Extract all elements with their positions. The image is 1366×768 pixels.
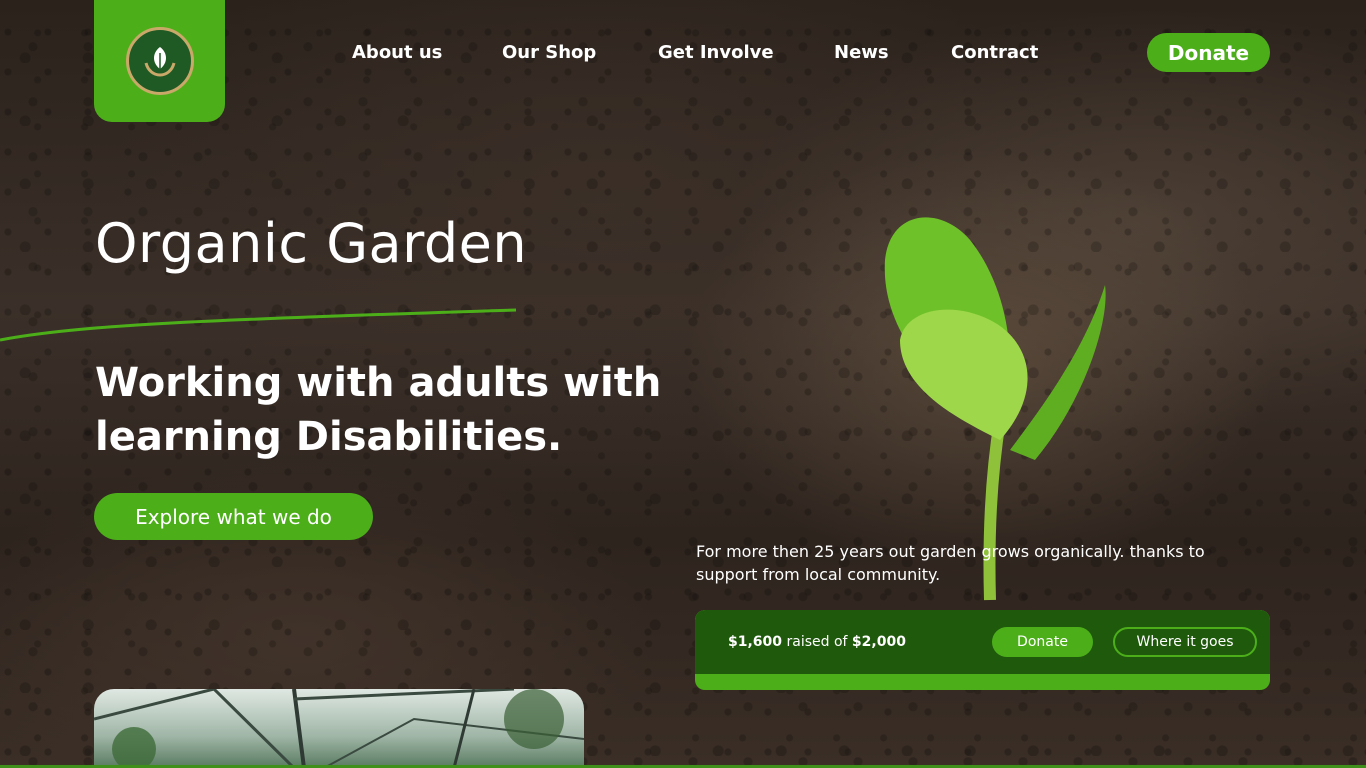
nav-news[interactable]: News (834, 42, 889, 63)
nav-about-us[interactable]: About us (352, 42, 442, 63)
fundraiser-status: $1,600 raised of $2,000 (728, 634, 906, 650)
fundraiser-donate-button[interactable]: Donate (992, 627, 1093, 657)
hero-subtitle: Working with adults with learning Disabi… (95, 360, 662, 460)
decorative-swoosh (0, 308, 517, 342)
nav-get-involve[interactable]: Get Involve (658, 42, 774, 63)
donate-button[interactable]: Donate (1147, 33, 1270, 72)
raised-amount: $1,600 (728, 634, 783, 650)
where-it-goes-button[interactable]: Where it goes (1113, 627, 1257, 657)
explore-button[interactable]: Explore what we do (94, 493, 373, 540)
greenhouse-image (94, 689, 584, 768)
nav-contract[interactable]: Contract (951, 42, 1038, 63)
fundraiser-panel: $1,600 raised of $2,000 Donate Where it … (695, 610, 1270, 690)
page-title: Organic Garden (95, 212, 528, 275)
raised-text: raised of (782, 634, 852, 650)
nav-our-shop[interactable]: Our Shop (502, 42, 596, 63)
hero-blurb: For more then 25 years out garden grows … (696, 542, 1205, 584)
goal-amount: $2,000 (851, 634, 906, 650)
fundraiser-progress-fill: $1,600 raised of $2,000 Donate Where it … (695, 610, 1270, 674)
